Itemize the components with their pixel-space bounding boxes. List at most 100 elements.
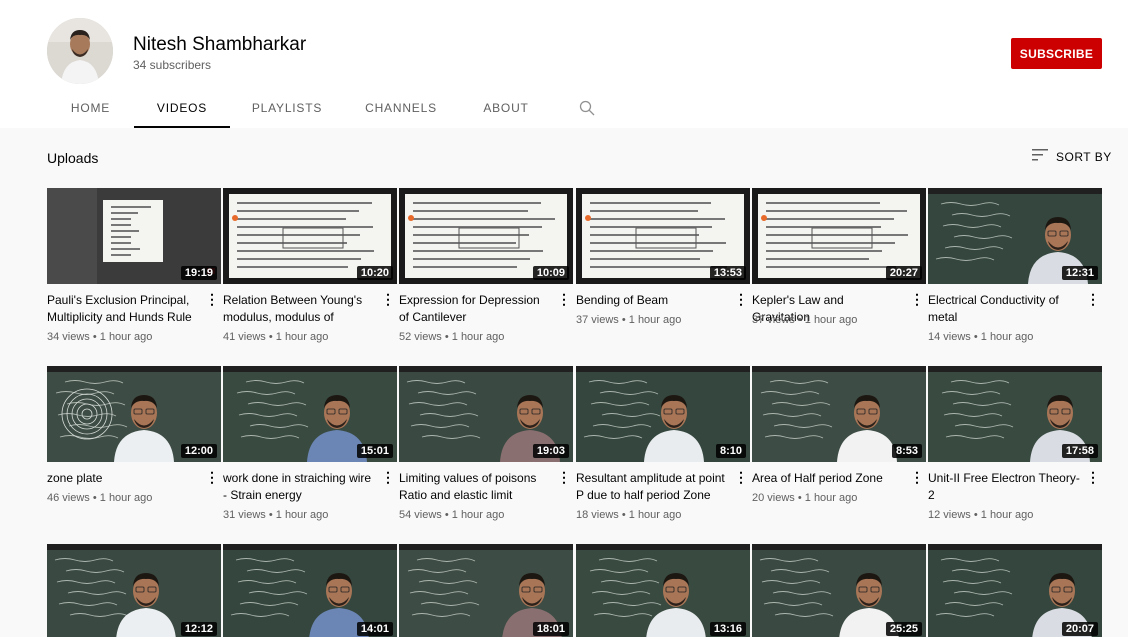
video-thumbnail[interactable]: 13:53: [576, 188, 750, 284]
upload-age: 1 hour ago: [451, 331, 505, 343]
video-thumbnail[interactable]: 8:53: [752, 366, 926, 462]
video-thumbnail[interactable]: 25:25: [752, 544, 926, 637]
video-card[interactable]: 8:10 Resultant amplitude at point P due t…: [576, 366, 750, 521]
video-thumbnail[interactable]: 12:12: [47, 544, 221, 637]
meta-separator: •: [441, 509, 452, 521]
video-title[interactable]: work done in straiching wire - Strain en…: [223, 470, 375, 504]
video-duration: 25:25: [885, 622, 922, 636]
video-title[interactable]: Pauli's Exclusion Principal, Multiplicit…: [47, 292, 199, 326]
tab-home[interactable]: HOME: [47, 92, 134, 128]
video-thumbnail[interactable]: 19:19: [47, 188, 221, 284]
view-count: 12 views: [928, 509, 971, 521]
video-card[interactable]: 14:01: [223, 544, 397, 637]
more-actions-icon[interactable]: ⋮: [910, 469, 924, 486]
video-thumbnail[interactable]: 13:16: [576, 544, 750, 637]
video-card[interactable]: 10:20 Relation Between Young's modulus, m…: [223, 188, 397, 343]
video-card[interactable]: 8:53 Area of Half period Zone ⋮ 20 views • …: [752, 366, 926, 504]
video-card[interactable]: 12:12: [47, 544, 221, 637]
video-duration: 13:16: [709, 622, 746, 636]
tab-playlists[interactable]: PLAYLISTS: [241, 92, 333, 128]
more-actions-icon[interactable]: ⋮: [734, 291, 748, 308]
video-title[interactable]: Bending of Beam: [576, 292, 728, 309]
video-card[interactable]: 13:16: [576, 544, 750, 637]
video-card[interactable]: 10:09 Expression for Depression of Cantil…: [399, 188, 573, 343]
video-meta: 46 views • 1 hour ago: [47, 492, 152, 504]
video-duration: 12:00: [180, 444, 217, 458]
meta-separator: •: [618, 314, 629, 326]
video-title[interactable]: zone plate: [47, 470, 199, 487]
subscribe-button[interactable]: SUBSCRIBE: [1011, 38, 1102, 69]
more-actions-icon[interactable]: ⋮: [1086, 469, 1100, 486]
tab-videos[interactable]: VIDEOS: [134, 92, 230, 128]
video-thumbnail[interactable]: 20:07: [928, 544, 1102, 637]
video-meta: 41 views • 1 hour ago: [223, 331, 328, 343]
meta-separator: •: [618, 509, 629, 521]
meta-separator: •: [89, 331, 100, 343]
video-thumbnail[interactable]: 14:01: [223, 544, 397, 637]
video-card[interactable]: 25:25: [752, 544, 926, 637]
video-card[interactable]: 19:03 Limiting values of poisons Ratio an…: [399, 366, 573, 521]
more-actions-icon[interactable]: ⋮: [381, 291, 395, 308]
video-thumbnail[interactable]: 10:09: [399, 188, 573, 284]
video-card[interactable]: 18:01: [399, 544, 573, 637]
video-card[interactable]: 17:58 Unit-II Free Electron Theory-2 ⋮ 12 v…: [928, 366, 1102, 521]
video-duration: 19:19: [180, 266, 217, 280]
channel-avatar[interactable]: [47, 18, 113, 84]
more-actions-icon[interactable]: ⋮: [557, 291, 571, 308]
video-title[interactable]: Unit-II Free Electron Theory-2: [928, 470, 1080, 504]
video-card[interactable]: 15:01 work done in straiching wire - Stra…: [223, 366, 397, 521]
view-count: 37 views: [576, 314, 619, 326]
video-thumbnail[interactable]: 17:58: [928, 366, 1102, 462]
more-actions-icon[interactable]: ⋮: [910, 291, 924, 308]
more-actions-icon[interactable]: ⋮: [734, 469, 748, 486]
more-actions-icon[interactable]: ⋮: [1086, 291, 1100, 308]
video-thumbnail[interactable]: 12:31: [928, 188, 1102, 284]
video-title[interactable]: Expression for Depression of Cantilever: [399, 292, 551, 326]
video-title[interactable]: Relation Between Young's modulus, modulu…: [223, 292, 375, 326]
more-actions-icon[interactable]: ⋮: [557, 469, 571, 486]
video-title[interactable]: Limiting values of poisons Ratio and ela…: [399, 470, 551, 504]
video-card[interactable]: 12:31 Electrical Conductivity of metal ⋮ 14…: [928, 188, 1102, 343]
video-card[interactable]: 19:19 Pauli's Exclusion Principal, Multip…: [47, 188, 221, 343]
video-duration: 20:07: [1061, 622, 1098, 636]
view-count: 18 views: [576, 509, 619, 521]
video-thumbnail[interactable]: 20:27: [752, 188, 926, 284]
upload-age: 1 hour ago: [980, 509, 1034, 521]
video-duration: 17:58: [1061, 444, 1098, 458]
video-card[interactable]: 12:00 zone plate ⋮ 46 views • 1 hour ago: [47, 366, 221, 504]
video-meta: 18 views • 1 hour ago: [576, 509, 681, 521]
video-thumbnail[interactable]: 19:03: [399, 366, 573, 462]
more-actions-icon[interactable]: ⋮: [381, 469, 395, 486]
video-title[interactable]: Electrical Conductivity of metal: [928, 292, 1080, 326]
more-actions-icon[interactable]: ⋮: [205, 469, 219, 486]
video-card[interactable]: 20:07: [928, 544, 1102, 637]
video-card[interactable]: 20:27 Kepler's Law and Gravitation ⋮ 37 vie…: [752, 188, 926, 326]
video-thumbnail[interactable]: 12:00: [47, 366, 221, 462]
video-duration: 12:12: [180, 622, 217, 636]
meta-separator: •: [970, 509, 981, 521]
video-duration: 10:20: [356, 266, 393, 280]
search-icon[interactable]: [579, 100, 595, 121]
sort-icon: [1032, 149, 1048, 164]
video-meta: 37 views • 1 hour ago: [576, 314, 681, 326]
video-card[interactable]: 13:53 Bending of Beam ⋮ 37 views • 1 hour a…: [576, 188, 750, 326]
more-actions-icon[interactable]: ⋮: [205, 291, 219, 308]
tab-channels[interactable]: CHANNELS: [355, 92, 447, 128]
video-title[interactable]: Resultant amplitude at point P due to ha…: [576, 470, 728, 504]
channel-name[interactable]: Nitesh Shambharkar: [133, 34, 306, 56]
meta-separator: •: [794, 492, 805, 504]
upload-age: 1 hour ago: [275, 331, 329, 343]
video-thumbnail[interactable]: 18:01: [399, 544, 573, 637]
video-duration: 14:01: [356, 622, 393, 636]
tab-about[interactable]: ABOUT: [469, 92, 543, 128]
upload-age: 1 hour ago: [804, 314, 858, 326]
video-duration: 10:09: [532, 266, 569, 280]
video-thumbnail[interactable]: 15:01: [223, 366, 397, 462]
video-duration: 13:53: [709, 266, 746, 280]
sort-by-button[interactable]: SORT BY: [1032, 149, 1112, 164]
view-count: 31 views: [223, 509, 266, 521]
sort-by-label: SORT BY: [1056, 149, 1112, 164]
video-title[interactable]: Area of Half period Zone: [752, 470, 904, 487]
video-thumbnail[interactable]: 10:20: [223, 188, 397, 284]
video-thumbnail[interactable]: 8:10: [576, 366, 750, 462]
